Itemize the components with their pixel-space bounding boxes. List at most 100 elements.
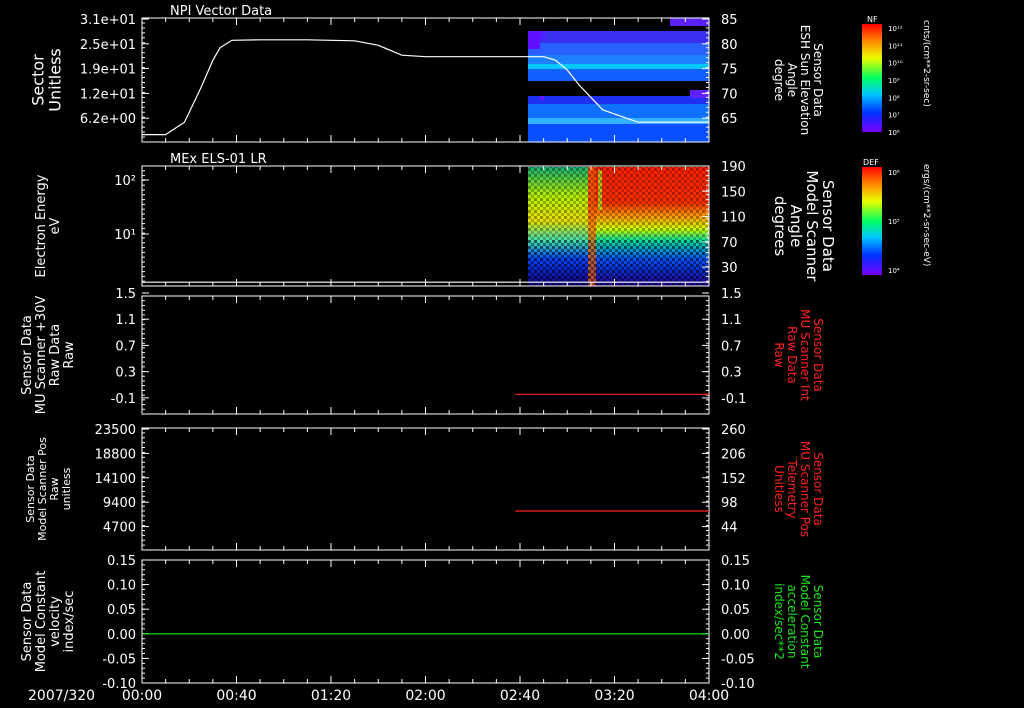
def-colorbar-label: DEF: [863, 158, 879, 167]
nf-colorbar-tick: 10¹⁰: [888, 60, 903, 68]
panel1-ytick-right-label: 70: [721, 87, 738, 102]
time-tick-label: 01:20: [311, 688, 351, 704]
panel5-frame: [141, 559, 710, 684]
nf-colorbar-tick: 10⁷: [888, 112, 900, 120]
time-tick-label: 04:00: [689, 688, 729, 704]
panel1-ylabel-right: degree: [772, 59, 786, 101]
date-label: 2007/320: [28, 688, 95, 704]
panel3-ytick-left-label: 1.5: [115, 287, 136, 302]
panel2-ytick-right-label: 70: [721, 236, 738, 251]
panel2-ytick-right-label: 110: [721, 211, 746, 226]
panel4-ytick-right-label: 152: [721, 472, 746, 487]
panel3-ytick-left-label: 1.1: [115, 313, 136, 328]
panel3-ytick-right-label: 0.3: [721, 366, 742, 381]
panel5-ylabel-right: Model Constant: [798, 575, 812, 669]
panel5-ytick-right-label: 0.10: [721, 579, 750, 594]
panel4-ytick-right-label: 98: [721, 496, 738, 511]
panel3-ytick-left-label: 0.3: [115, 366, 136, 381]
nf-colorbar-gradient: [862, 24, 882, 132]
panel3-frame: [141, 295, 710, 415]
panel1-ytick-left-label: 1.9e+01: [80, 63, 136, 78]
panel4-ylabel-right: Sensor Data: [811, 452, 825, 526]
panel1-ytick-left-label: 6.2e+00: [80, 112, 136, 127]
panel4-ytick-left-label: 23500: [95, 423, 136, 438]
panel4-ytick-right-label: 206: [721, 447, 746, 462]
panel2-ytick-left-label: 10¹: [114, 228, 136, 243]
panel2-ylabel-left: eV: [48, 217, 63, 234]
plot-canvas: 3.1e+01 2.5e+01 1.9e+01 1.2e+01 6.2e+00 85 80 7…: [20, 4, 931, 704]
def-colorbar-gradient: [862, 167, 882, 275]
panel5-ylabel-left: velocity: [48, 596, 63, 647]
time-tick-label: 00:40: [216, 688, 256, 704]
panel2-spectrogram: [528, 167, 709, 286]
def-colorbar-tick: 10⁶: [888, 169, 900, 177]
panel5-ylabel-right: acceleration: [785, 585, 799, 659]
panel2-title: MEx ELS-01 LR: [170, 152, 267, 167]
panel2-ytick-right-label: 190: [721, 160, 746, 175]
panel1-ytick-right-label: 80: [721, 38, 738, 53]
panel4-ytick-left-label: 4700: [103, 521, 136, 536]
time-tick-label: 00:00: [122, 688, 162, 704]
nf-colorbar-tick: 10⁹: [888, 77, 900, 85]
panel5-ytick-left-label: -0.05: [102, 652, 136, 667]
panel2-ylabel-right: degrees: [771, 196, 789, 257]
panel4-ylabel-right: Telemetry: [785, 458, 799, 518]
panel3-ylabel-right: Raw: [772, 342, 786, 367]
panel4-ytick-left-label: 14100: [95, 472, 136, 487]
nf-colorbar-tick: 10¹²: [888, 25, 903, 33]
panel4-ytick-right-label: 260: [721, 423, 746, 438]
def-colorbar-tick: 10⁴: [888, 267, 900, 275]
panel3-ytick-right-label: 1.5: [721, 287, 742, 302]
time-tick-label: 02:40: [500, 688, 540, 704]
panel2-ytick-left-label: 10²: [114, 174, 136, 189]
panel1-ytick-left-label: 2.5e+01: [80, 38, 136, 53]
panel5-ylabel-right: index/sec**2: [772, 583, 786, 660]
panel1-title: NPI Vector Data: [170, 4, 272, 19]
panel1-spectrogram: [528, 18, 709, 142]
nf-colorbar-tick: 10⁶: [888, 129, 900, 137]
panel1-ylabel-right: ESH Sun Elevation: [798, 25, 812, 135]
panel5-ytick-right-label: 0.05: [721, 603, 750, 618]
panel5-ytick-left-label: 0.00: [107, 628, 136, 643]
panel4-ylabel-left: unitless: [60, 467, 73, 510]
panel3-ytick-right-label: 1.1: [721, 313, 742, 328]
panel4-ytick-right-label: 44: [721, 521, 738, 536]
panel1-ytick-left-label: 1.2e+01: [80, 87, 136, 102]
panel1-ytick-right-label: 85: [721, 13, 738, 28]
panel1-ytick-right-label: 65: [721, 112, 738, 127]
def-colorbar-units: ergs/(cm**2-sr-sec-eV): [921, 164, 931, 266]
panel2-ytick-right-label: 30: [721, 261, 738, 276]
panel5-ylabel-left: index/sec: [62, 591, 77, 653]
colorbar-ticks: 10¹² 10¹¹ 10¹⁰ 10⁹ 10⁸ 10⁷ 10⁶ 10⁶ 10⁵ 10⁴: [888, 25, 903, 275]
panel2-ytick-right-label: 150: [721, 185, 746, 200]
panel3-ytick-right-label: -0.1: [721, 392, 746, 407]
panel1-ylabel-right: Sensor Data: [811, 43, 825, 117]
panel3-ylabel-left: Raw Data: [48, 324, 63, 387]
time-tick-label: 03:20: [594, 688, 634, 704]
panel4-ytick-left-label: 9400: [103, 496, 136, 511]
panel3-ylabel-left: Raw: [62, 341, 77, 369]
panel3-ylabel-right: Sensor Data: [811, 318, 825, 392]
panel3-ytick-left-label: 0.7: [115, 339, 136, 354]
panel3-ylabel-left: Sensor Data: [20, 315, 35, 395]
panel5-ylabel-right: Sensor Data: [811, 585, 825, 659]
panel5-ytick-left-label: 0.15: [107, 554, 136, 569]
panel5-ytick-left-label: 0.05: [107, 603, 136, 618]
panel2-ylabel-left: Electron Energy: [34, 174, 49, 277]
panel1-ylabel-left: Unitless: [46, 48, 65, 112]
panel5-ylabel-left: Sensor Data: [20, 582, 35, 662]
panel3-ylabel-right: Raw Data: [785, 326, 799, 384]
nf-colorbar-units: cnts/(cm**2-sr-sec): [921, 20, 931, 107]
panel5-ytick-right-label: -0.05: [721, 652, 755, 667]
panel4-ylabel-right: MU Scanner Pos: [798, 441, 812, 537]
panel5-ytick-right-label: 0.15: [721, 554, 750, 569]
time-tick-label: 02:00: [405, 688, 445, 704]
nf-colorbar-tick: 10¹¹: [888, 42, 903, 50]
panel3-ytick-left-label: -0.1: [111, 392, 136, 407]
panel1-ylabel-right: Angle: [785, 63, 799, 97]
def-colorbar-tick: 10⁵: [888, 218, 900, 226]
panel3-ylabel-right: MU Scanner Int: [798, 309, 812, 401]
panel4-frame: [141, 427, 710, 551]
panel4-ylabel-right: Unitless: [772, 465, 786, 513]
nf-colorbar-tick: 10⁸: [888, 94, 900, 102]
